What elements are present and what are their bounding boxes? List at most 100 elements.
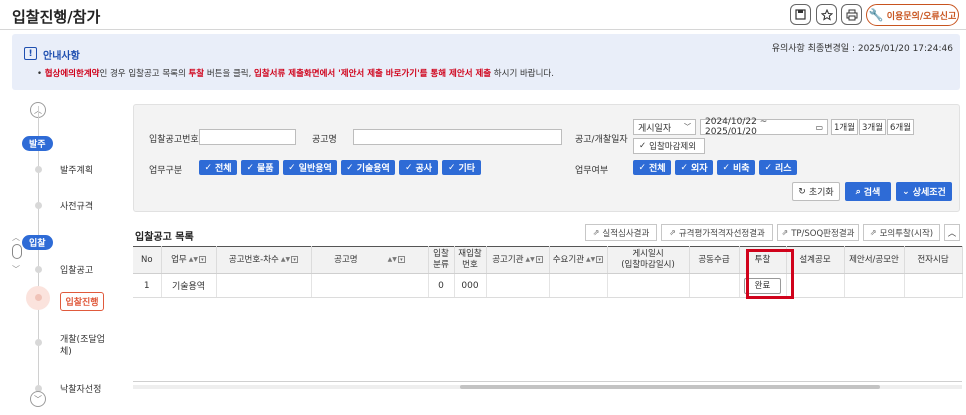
chevron-down-icon: ⌄ bbox=[902, 186, 910, 197]
col-work[interactable]: 업무 ▲▼ ▾ bbox=[161, 246, 217, 274]
check-icon: ✓ bbox=[722, 162, 730, 173]
stepper-line bbox=[38, 106, 39, 406]
horizontal-scrollbar-thumb[interactable] bbox=[460, 385, 880, 389]
save-icon bbox=[795, 9, 806, 20]
work-status-stockpile[interactable]: ✓ 비축 bbox=[717, 160, 755, 175]
col-org[interactable]: 공고기관 ▲▼ ▾ bbox=[486, 246, 550, 274]
cell-org bbox=[486, 273, 550, 298]
print-button[interactable] bbox=[841, 4, 862, 25]
notice-no-label: 입찰공고번호 bbox=[149, 135, 199, 145]
mock-bid-button[interactable]: ⇗ 모의투찰(시작) bbox=[863, 224, 940, 241]
external-link-icon: ⇗ bbox=[669, 228, 676, 237]
notice-no-input[interactable] bbox=[199, 129, 296, 145]
search-icon: ⌕ bbox=[855, 186, 861, 197]
period-3m-button[interactable]: 3개월 bbox=[859, 119, 886, 135]
cell-e-negotiation bbox=[904, 273, 963, 298]
step-order-plan[interactable]: 발주계획 bbox=[60, 163, 93, 176]
alert-icon: ! bbox=[24, 47, 37, 60]
performance-review-button[interactable]: ⇗ 실적심사결과 bbox=[585, 224, 657, 241]
work-type-etc[interactable]: ✓ 기타 bbox=[442, 160, 481, 175]
search-button[interactable]: ⌕ 검색 bbox=[845, 182, 891, 201]
notice-date: 유의사항 최종변경일 : 2025/01/20 17:24:46 bbox=[771, 44, 953, 54]
work-status-all[interactable]: ✓ 전체 bbox=[633, 160, 671, 175]
notice-panel: ! 안내사항 유의사항 최종변경일 : 2025/01/20 17:24:46 … bbox=[12, 34, 960, 90]
table-row[interactable]: 1 기술용역 0 000 완료 bbox=[133, 273, 963, 298]
step-dot bbox=[35, 202, 42, 209]
title-divider bbox=[0, 29, 966, 30]
cell-proposal bbox=[844, 273, 905, 298]
sort-icon[interactable]: ▲▼ bbox=[189, 254, 198, 265]
period-6m-button[interactable]: 6개월 bbox=[887, 119, 914, 135]
col-posted[interactable]: 게시일시 (입찰마감일시) bbox=[607, 246, 690, 274]
stepper-group-bid[interactable]: 입찰 bbox=[22, 235, 53, 250]
notice-name-input[interactable] bbox=[353, 129, 562, 145]
step-dot bbox=[35, 166, 42, 173]
work-type-all[interactable]: ✓ 전체 bbox=[199, 160, 237, 175]
external-link-icon: ⇗ bbox=[781, 228, 789, 237]
col-notice-no[interactable]: 공고번호-차수 ▲▼ ▾ bbox=[216, 246, 312, 274]
filter-icon[interactable]: ▾ bbox=[198, 256, 206, 263]
col-joint: 공동수급 bbox=[689, 246, 740, 274]
work-type-goods[interactable]: ✓ 물품 bbox=[241, 160, 279, 175]
search-panel: 입찰공고번호 공고명 공고/개찰일자 게시일자 ﹀ 2024/10/22 ~ 2… bbox=[133, 104, 960, 212]
filter-icon[interactable]: ▾ bbox=[291, 256, 299, 263]
work-status-lease[interactable]: ✓ 리스 bbox=[759, 160, 797, 175]
favorite-button[interactable] bbox=[816, 4, 837, 25]
step-dot bbox=[35, 266, 42, 273]
process-stepper: ︿ 발주 발주계획 사전규격 ︿ 입찰 ﹀ 입찰공고 입찰진행 개찰(조달업체)… bbox=[0, 96, 132, 415]
check-icon: ✓ bbox=[680, 162, 688, 173]
date-type-select[interactable]: 게시일자 ﹀ bbox=[633, 119, 696, 135]
bid-complete-button[interactable]: 완료 bbox=[744, 277, 781, 294]
cell-notice-no[interactable] bbox=[216, 273, 312, 298]
filter-icon[interactable]: ▾ bbox=[596, 256, 604, 263]
notice-title: 안내사항 bbox=[43, 51, 80, 62]
work-type-general-service[interactable]: ✓ 일반용역 bbox=[283, 160, 337, 175]
period-1m-button[interactable]: 1개월 bbox=[831, 119, 858, 135]
cell-bid-class: 0 bbox=[428, 273, 455, 298]
sort-icon[interactable]: ▲▼ bbox=[526, 254, 535, 265]
exclude-closed-checkbox[interactable]: ✓ 입찰마감제외 bbox=[633, 138, 705, 154]
notice-end: 하시기 바랍니다. bbox=[491, 69, 554, 79]
table-header-row: No 업무 ▲▼ ▾ 공고번호-차수 ▲▼ ▾ 공고명 ▲▼ ▾ 입찰 분류 재입찰 번호 … bbox=[133, 246, 963, 274]
col-demand-org[interactable]: 수요기관 ▲▼ ▾ bbox=[549, 246, 608, 274]
collapse-button[interactable]: ︿ bbox=[944, 224, 960, 241]
chevron-down-icon: ﹀ bbox=[684, 123, 691, 131]
save-button[interactable] bbox=[790, 4, 811, 25]
step-pre-spec[interactable]: 사전규격 bbox=[60, 199, 93, 212]
check-icon: ✓ bbox=[639, 141, 647, 151]
sort-icon[interactable]: ▲▼ bbox=[281, 254, 290, 265]
check-icon: ✓ bbox=[404, 162, 413, 173]
tp-soq-result-button[interactable]: ⇗ TP/SOQ판정결과 bbox=[777, 224, 859, 241]
cell-notice-name[interactable] bbox=[311, 273, 429, 298]
work-status-foreign[interactable]: ✓ 외자 bbox=[675, 160, 713, 175]
sort-icon[interactable]: ▲▼ bbox=[586, 254, 595, 265]
work-type-tech-service[interactable]: ✓ 기술용역 bbox=[341, 160, 395, 175]
reset-button[interactable]: ↻ 초기화 bbox=[792, 182, 840, 201]
step-bid-progress[interactable]: 입찰진행 bbox=[60, 292, 104, 311]
report-error-button[interactable]: 🔧 이용문의/오류신고 bbox=[866, 4, 959, 26]
date-range-value: 2024/10/22 ~ 2025/01/20 bbox=[705, 117, 768, 137]
filter-icon[interactable]: ▾ bbox=[397, 256, 405, 263]
sort-icon[interactable]: ▲▼ bbox=[388, 254, 397, 265]
date-range-input[interactable]: 2024/10/22 ~ 2025/01/20 ▭ bbox=[700, 117, 828, 137]
mouse-icon bbox=[12, 244, 22, 259]
cell-rebid-no: 000 bbox=[454, 273, 487, 298]
filter-icon[interactable]: ▾ bbox=[535, 256, 543, 263]
chevron-up-icon: ︿ bbox=[947, 228, 957, 239]
check-icon: ✓ bbox=[764, 162, 772, 173]
step-bid-notice[interactable]: 입찰공고 bbox=[60, 263, 93, 276]
exclude-closed-label: 입찰마감제외 bbox=[649, 142, 697, 152]
work-type-construction[interactable]: ✓ 공사 bbox=[399, 160, 438, 175]
step-winner[interactable]: 낙찰자선정 bbox=[60, 382, 101, 395]
step-bid-open[interactable]: 개찰(조달업체) bbox=[60, 334, 108, 358]
spec-eval-result-button[interactable]: ⇗ 규격평가적격자선정결과 bbox=[661, 224, 773, 241]
detail-conditions-button[interactable]: ⌄ 상세조건 bbox=[896, 182, 952, 201]
notice-text: • 협상에의한계약인 경우 입찰공고 목록의 투찰 버튼을 클릭, 입찰서류 제… bbox=[37, 69, 554, 79]
stepper-group-order[interactable]: 발주 bbox=[22, 136, 53, 151]
col-notice-name[interactable]: 공고명 ▲▼ ▾ bbox=[311, 246, 429, 274]
scroll-down-button[interactable]: ﹀ bbox=[30, 391, 46, 407]
date-label: 공고/개찰일자 bbox=[575, 135, 628, 145]
check-icon: ✓ bbox=[447, 162, 456, 173]
page-title: 입찰진행/참가 bbox=[12, 8, 101, 26]
notice-mid-1: 인 경우 입찰공고 목록의 bbox=[99, 69, 189, 79]
